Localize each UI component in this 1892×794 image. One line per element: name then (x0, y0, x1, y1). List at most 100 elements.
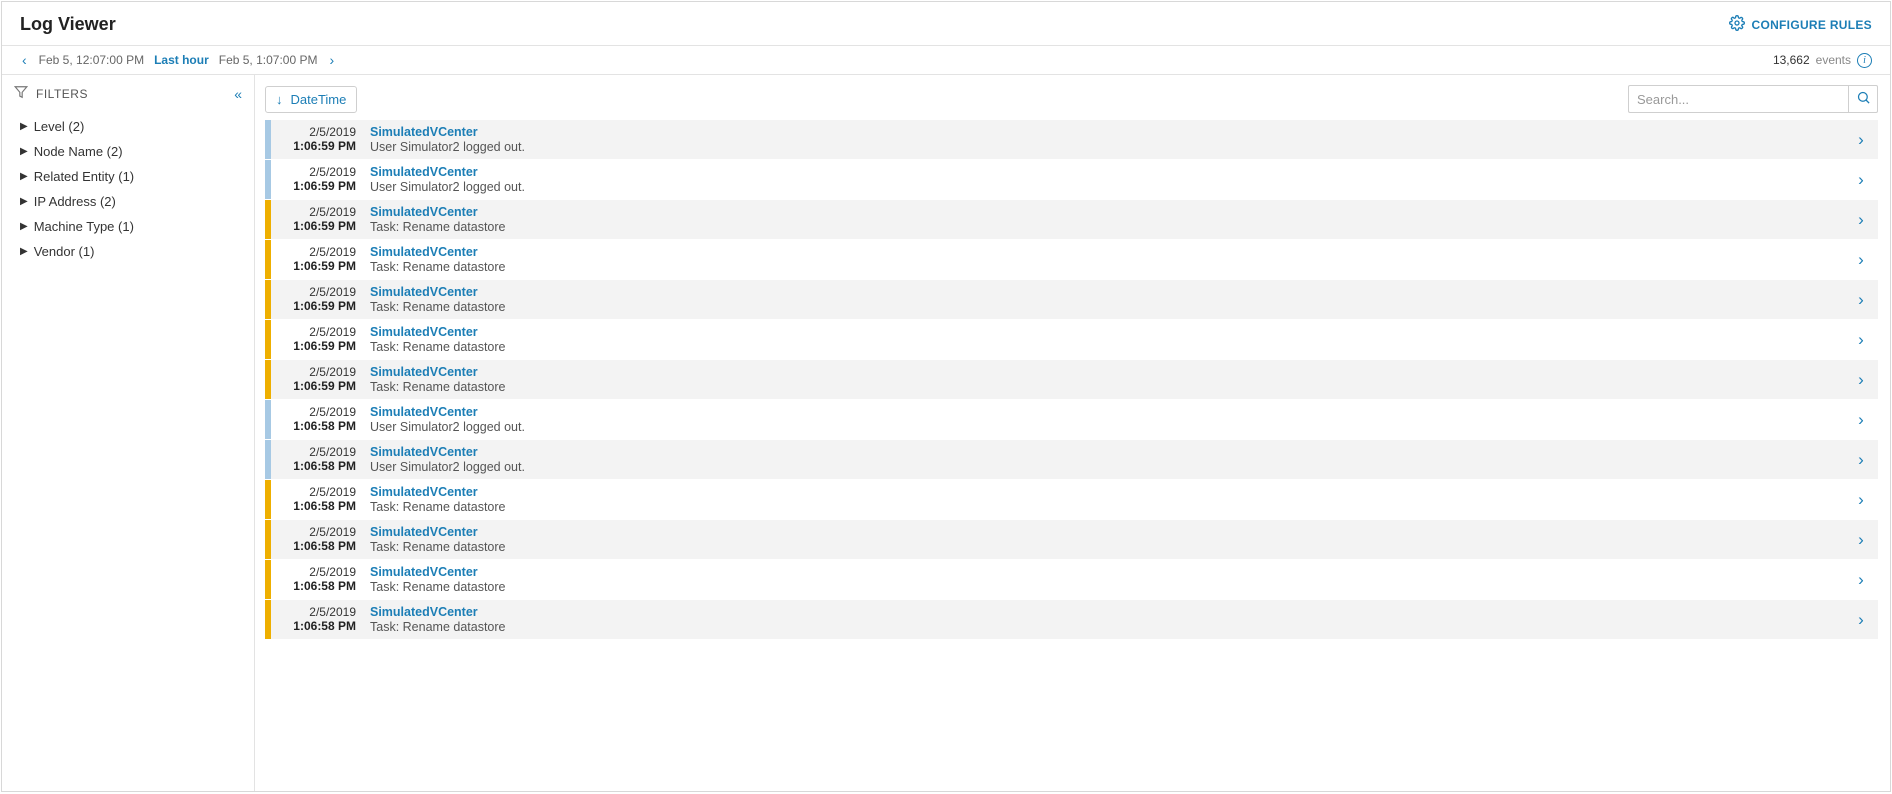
chevron-right-icon[interactable]: › (1844, 240, 1878, 279)
log-row[interactable]: 2/5/20191:06:58 PMSimulatedVCenterTask: … (265, 600, 1878, 640)
log-row[interactable]: 2/5/20191:06:59 PM SimulatedVCenterTask: … (265, 240, 1878, 280)
configure-rules-button[interactable]: CONFIGURE RULES (1729, 15, 1872, 34)
filter-item-label: IP Address (2) (34, 194, 116, 209)
log-source: SimulatedVCenter (370, 405, 1836, 419)
log-source: SimulatedVCenter (370, 125, 1836, 139)
log-date: 2/5/2019 (275, 485, 356, 499)
log-row[interactable]: 2/5/20191:06:58 PM SimulatedVCenterTask: … (265, 560, 1878, 600)
arrow-down-icon: ↓ (276, 92, 283, 107)
log-source: SimulatedVCenter (370, 365, 1836, 379)
log-date: 2/5/2019 (275, 525, 356, 539)
filters-sidebar: FILTERS « ▶Level (2)▶Node Name (2)▶Relat… (2, 75, 255, 791)
log-date: 2/5/2019 (275, 445, 356, 459)
chevron-right-icon[interactable]: › (1844, 280, 1878, 319)
log-timestamp: 1:06:58 PM (275, 459, 356, 473)
log-message: Task: Rename datastore (370, 380, 1836, 394)
caret-right-icon: ▶ (20, 146, 28, 157)
filter-item-label: Machine Type (1) (34, 219, 134, 234)
chevron-right-icon[interactable]: › (1844, 160, 1878, 199)
log-content: SimulatedVCenterTask: Rename datastore (366, 520, 1844, 559)
log-time: 2/5/20191:06:58 PM (271, 520, 366, 559)
log-time: 2/5/20191:06:59 PM (271, 120, 366, 159)
filter-item-label: Level (2) (34, 119, 85, 134)
log-timestamp: 1:06:58 PM (275, 539, 356, 553)
log-source: SimulatedVCenter (370, 285, 1836, 299)
filters-title: FILTERS (36, 87, 88, 101)
log-time: 2/5/20191:06:58 PM (271, 440, 366, 479)
configure-rules-label: CONFIGURE RULES (1751, 18, 1872, 32)
log-list[interactable]: 2/5/20191:06:59 PMSimulatedVCenterUser S… (265, 119, 1878, 791)
log-source: SimulatedVCenter (370, 325, 1836, 339)
log-date: 2/5/2019 (275, 205, 356, 219)
log-date: 2/5/2019 (275, 165, 356, 179)
time-range-selector[interactable]: Last hour (154, 53, 209, 67)
chevron-right-icon[interactable]: › (1844, 520, 1878, 559)
events-count-number: 13,662 (1773, 53, 1810, 67)
filter-item-label: Related Entity (1) (34, 169, 134, 184)
log-row[interactable]: 2/5/20191:06:59 PMSimulatedVCenterTask: … (265, 360, 1878, 400)
filter-item[interactable]: ▶ Level (2) (14, 114, 242, 139)
search-input[interactable] (1628, 85, 1848, 113)
log-date: 2/5/2019 (275, 605, 356, 619)
log-message: User Simulator2 logged out. (370, 460, 1836, 474)
log-row[interactable]: 2/5/20191:06:58 PMSimulatedVCenterUser S… (265, 400, 1878, 440)
chevron-right-icon[interactable]: › (1844, 360, 1878, 399)
log-content: SimulatedVCenterTask: Rename datastore (366, 560, 1844, 599)
log-row[interactable]: 2/5/20191:06:58 PMSimulatedVCenterTask: … (265, 520, 1878, 560)
log-time: 2/5/20191:06:59 PM (271, 200, 366, 239)
chevron-right-icon[interactable]: › (1844, 320, 1878, 359)
prev-time-button[interactable]: ‹ (20, 52, 29, 68)
chevron-right-icon[interactable]: › (1844, 440, 1878, 479)
log-source: SimulatedVCenter (370, 485, 1836, 499)
log-time: 2/5/20191:06:59 PM (271, 360, 366, 399)
filter-item[interactable]: ▶Machine Type (1) (14, 214, 242, 239)
log-timestamp: 1:06:59 PM (275, 339, 356, 353)
log-row[interactable]: 2/5/20191:06:58 PMSimulatedVCenterTask: … (265, 480, 1878, 520)
sort-datetime-button[interactable]: ↓ DateTime (265, 86, 357, 113)
page-title: Log Viewer (20, 14, 116, 35)
log-date: 2/5/2019 (275, 565, 356, 579)
filter-item[interactable]: ▶IP Address (2) (14, 189, 242, 214)
log-date: 2/5/2019 (275, 405, 356, 419)
filter-item[interactable]: ▶Vendor (1) (14, 239, 242, 264)
info-icon[interactable]: i (1857, 53, 1872, 68)
filter-item-label: Node Name (2) (34, 144, 123, 159)
log-date: 2/5/2019 (275, 325, 356, 339)
filter-item[interactable]: ▶ Node Name (2) (14, 139, 242, 164)
filter-item[interactable]: ▶Related Entity (1) (14, 164, 242, 189)
events-count-label: events (1816, 53, 1851, 67)
next-time-label: Feb 5, 1:07:00 PM (219, 53, 318, 67)
log-content: SimulatedVCenterUser Simulator2 logged o… (366, 400, 1844, 439)
log-content: SimulatedVCenterTask: Rename datastore (366, 240, 1844, 279)
log-row[interactable]: 2/5/20191:06:59 PMSimulatedVCenterTask: … (265, 200, 1878, 240)
chevron-right-icon[interactable]: › (1844, 560, 1878, 599)
log-row[interactable]: 2/5/20191:06:59 PMSimulatedVCenterTask: … (265, 320, 1878, 360)
chevron-right-icon[interactable]: › (1844, 120, 1878, 159)
search-button[interactable] (1848, 85, 1878, 113)
next-time-button[interactable]: › (327, 52, 336, 68)
chevron-right-icon[interactable]: › (1844, 200, 1878, 239)
log-date: 2/5/2019 (275, 125, 356, 139)
caret-right-icon: ▶ (20, 246, 28, 257)
log-time: 2/5/20191:06:58 PM (271, 600, 366, 639)
log-date: 2/5/2019 (275, 245, 356, 259)
log-message: Task: Rename datastore (370, 300, 1836, 314)
collapse-sidebar-button[interactable]: « (234, 86, 242, 102)
chevron-right-icon[interactable]: › (1844, 480, 1878, 519)
caret-right-icon: ▶ (20, 121, 28, 132)
log-row[interactable]: 2/5/20191:06:59 PMSimulatedVCenterUser S… (265, 160, 1878, 200)
chevron-right-icon[interactable]: › (1844, 400, 1878, 439)
log-source: SimulatedVCenter (370, 565, 1836, 579)
log-row[interactable]: 2/5/20191:06:59 PMSimulatedVCenterUser S… (265, 120, 1878, 160)
log-time: 2/5/20191:06:59 PM (271, 320, 366, 359)
log-timestamp: 1:06:59 PM (275, 259, 356, 273)
log-content: SimulatedVCenterTask: Rename datastore (366, 320, 1844, 359)
events-count: 13,662 events i (1773, 53, 1872, 68)
log-row[interactable]: 2/5/20191:06:58 PMSimulatedVCenterUser S… (265, 440, 1878, 480)
log-timestamp: 1:06:58 PM (275, 579, 356, 593)
log-date: 2/5/2019 (275, 285, 356, 299)
chevron-right-icon[interactable]: › (1844, 600, 1878, 639)
log-content: SimulatedVCenterTask: Rename datastore (366, 360, 1844, 399)
log-timestamp: 1:06:59 PM (275, 139, 356, 153)
log-row[interactable]: 2/5/20191:06:59 PMSimulatedVCenterTask: … (265, 280, 1878, 320)
